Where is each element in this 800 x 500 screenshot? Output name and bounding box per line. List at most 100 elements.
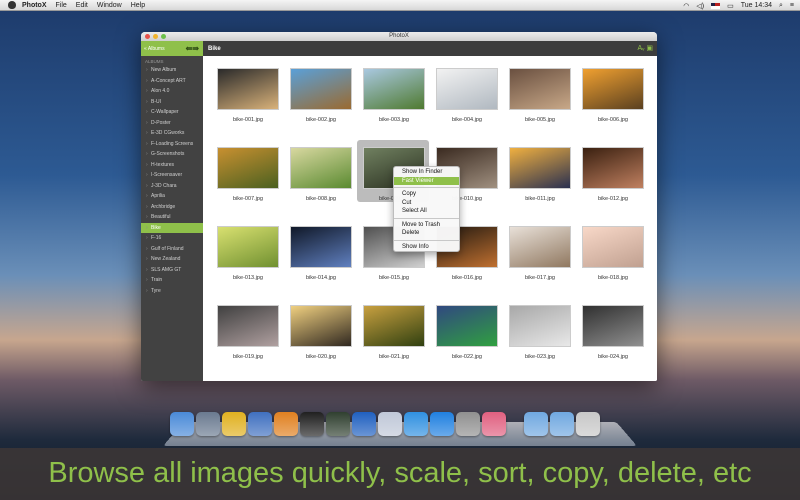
context-menu-item[interactable]: Fast Viewer <box>394 176 459 185</box>
context-menu-item[interactable]: Copy <box>394 190 459 199</box>
spotlight-icon[interactable]: ⌕ <box>779 2 783 10</box>
sidebar-item[interactable]: A-Concept ART <box>141 76 203 87</box>
image-thumbnail[interactable]: bike-018.jpg <box>581 226 645 281</box>
image-thumbnail[interactable]: bike-012.jpg <box>581 147 645 202</box>
thumbnail-image[interactable] <box>290 68 352 110</box>
image-thumbnail[interactable]: bike-002.jpg <box>289 68 353 123</box>
activity-monitor-icon[interactable] <box>326 412 350 436</box>
image-thumbnail[interactable]: bike-021.jpg <box>362 305 426 360</box>
sidebar-item[interactable]: G-Screenshots <box>141 149 203 160</box>
sidebar-item[interactable]: F-Loading Screens <box>141 139 203 150</box>
thumbnail-image[interactable] <box>217 68 279 110</box>
sidebar-item[interactable]: D-Poster <box>141 118 203 129</box>
documents-folder-icon[interactable] <box>550 412 574 436</box>
thumbnail-image[interactable] <box>436 305 498 347</box>
thumbnail-image[interactable] <box>363 68 425 110</box>
xcode-icon[interactable] <box>248 412 272 436</box>
thumbnail-image[interactable] <box>582 305 644 347</box>
image-thumbnail[interactable]: bike-001.jpg <box>216 68 280 123</box>
menu-app-name[interactable]: PhotoX <box>22 2 47 9</box>
thumbnail-image[interactable] <box>363 305 425 347</box>
sidebar-item[interactable]: Archbridge <box>141 202 203 213</box>
context-menu-item[interactable]: Select All <box>394 207 459 216</box>
sidebar-item[interactable]: Train <box>141 275 203 286</box>
view-tools-icon[interactable]: Aᵥ ▣ <box>638 44 653 52</box>
app-store-icon[interactable] <box>430 412 454 436</box>
image-thumbnail[interactable]: bike-017.jpg <box>508 226 572 281</box>
sidebar-item[interactable]: I-Screensaver <box>141 170 203 181</box>
image-thumbnail[interactable]: bike-004.jpg <box>435 68 499 123</box>
thumbnail-image[interactable] <box>217 147 279 189</box>
menu-window[interactable]: Window <box>97 2 122 9</box>
itunes-icon[interactable] <box>404 412 428 436</box>
thumbnail-image[interactable] <box>436 68 498 110</box>
sidebar-item[interactable]: Gulf of Finland <box>141 244 203 255</box>
sidebar-item[interactable]: H-textures <box>141 160 203 171</box>
apple-icon[interactable] <box>8 1 16 9</box>
albums-button[interactable]: « Albums ⇚⇛ <box>141 41 203 56</box>
sidebar-item[interactable]: F-16 <box>141 233 203 244</box>
sidebar-item[interactable]: Alon 4.0 <box>141 86 203 97</box>
image-thumbnail[interactable]: bike-013.jpg <box>216 226 280 281</box>
image-thumbnail[interactable]: bike-005.jpg <box>508 68 572 123</box>
context-menu-item[interactable]: Delete <box>394 229 459 238</box>
menu-file[interactable]: File <box>56 2 67 9</box>
thumbnail-image[interactable] <box>290 305 352 347</box>
thumbnail-image[interactable] <box>509 68 571 110</box>
preview-icon[interactable] <box>378 412 402 436</box>
sidebar-item[interactable]: SLS AMG GT <box>141 265 203 276</box>
thumbnail-image[interactable] <box>582 226 644 268</box>
system-preferences-icon[interactable] <box>456 412 480 436</box>
context-menu-item[interactable]: Cut <box>394 199 459 208</box>
image-thumbnail[interactable]: bike-007.jpg <box>216 147 280 202</box>
menu-help[interactable]: Help <box>131 2 145 9</box>
sidebar-item[interactable]: Bike <box>141 222 203 233</box>
image-thumbnail[interactable]: bike-008.jpg <box>289 147 353 202</box>
clock[interactable]: Tue 14:34 <box>741 2 772 9</box>
sidebar-item[interactable]: C-Wallpaper <box>141 107 203 118</box>
context-menu-item[interactable]: Show In Finder <box>394 168 459 177</box>
image-thumbnail[interactable]: bike-020.jpg <box>289 305 353 360</box>
sidebar-item[interactable]: Tyre <box>141 286 203 297</box>
context-menu-item[interactable]: Move to Trash <box>394 221 459 230</box>
image-thumbnail[interactable]: bike-023.jpg <box>508 305 572 360</box>
minimize-button[interactable] <box>153 34 158 39</box>
thumbnail-image[interactable] <box>290 147 352 189</box>
sidebar-item[interactable]: E-3D CGworks <box>141 128 203 139</box>
finder-icon[interactable] <box>170 412 194 436</box>
image-thumbnail[interactable]: bike-014.jpg <box>289 226 353 281</box>
thumbnail-image[interactable] <box>582 147 644 189</box>
zoom-button[interactable] <box>161 34 166 39</box>
wifi-icon[interactable]: ◠ <box>683 2 689 10</box>
thumbnail-image[interactable] <box>509 226 571 268</box>
navigation-arrows-icon[interactable]: ⇚⇛ <box>186 44 199 53</box>
input-source-flag-icon[interactable] <box>711 2 721 9</box>
image-thumbnail[interactable]: bike-006.jpg <box>581 68 645 123</box>
terminal-icon[interactable] <box>300 412 324 436</box>
trash-icon[interactable] <box>576 412 600 436</box>
thumbnail-image[interactable] <box>509 305 571 347</box>
downloads-folder-icon[interactable] <box>524 412 548 436</box>
sidebar-item[interactable]: Aprilia <box>141 191 203 202</box>
menu-edit[interactable]: Edit <box>76 2 88 9</box>
close-button[interactable] <box>145 34 150 39</box>
launchpad-icon[interactable] <box>196 412 220 436</box>
image-thumbnail[interactable]: bike-011.jpg <box>508 147 572 202</box>
word-icon[interactable] <box>352 412 376 436</box>
image-thumbnail[interactable]: bike-022.jpg <box>435 305 499 360</box>
battery-icon[interactable]: ▭ <box>727 2 734 10</box>
sublime-icon[interactable] <box>274 412 298 436</box>
thumbnail-image[interactable] <box>509 147 571 189</box>
sidebar-item[interactable]: New Zealand <box>141 254 203 265</box>
image-thumbnail[interactable]: bike-003.jpg <box>362 68 426 123</box>
thumbnail-image[interactable] <box>582 68 644 110</box>
notification-center-icon[interactable]: ≡ <box>790 2 794 9</box>
thumbnail-image[interactable] <box>217 226 279 268</box>
volume-icon[interactable]: ◁) <box>696 2 704 10</box>
photox-icon[interactable] <box>482 412 506 436</box>
sidebar-item[interactable]: B-UI <box>141 97 203 108</box>
image-thumbnail[interactable]: bike-024.jpg <box>581 305 645 360</box>
thumbnail-image[interactable] <box>217 305 279 347</box>
context-menu-item[interactable]: Show Info <box>394 243 459 252</box>
thumbnail-image[interactable] <box>290 226 352 268</box>
